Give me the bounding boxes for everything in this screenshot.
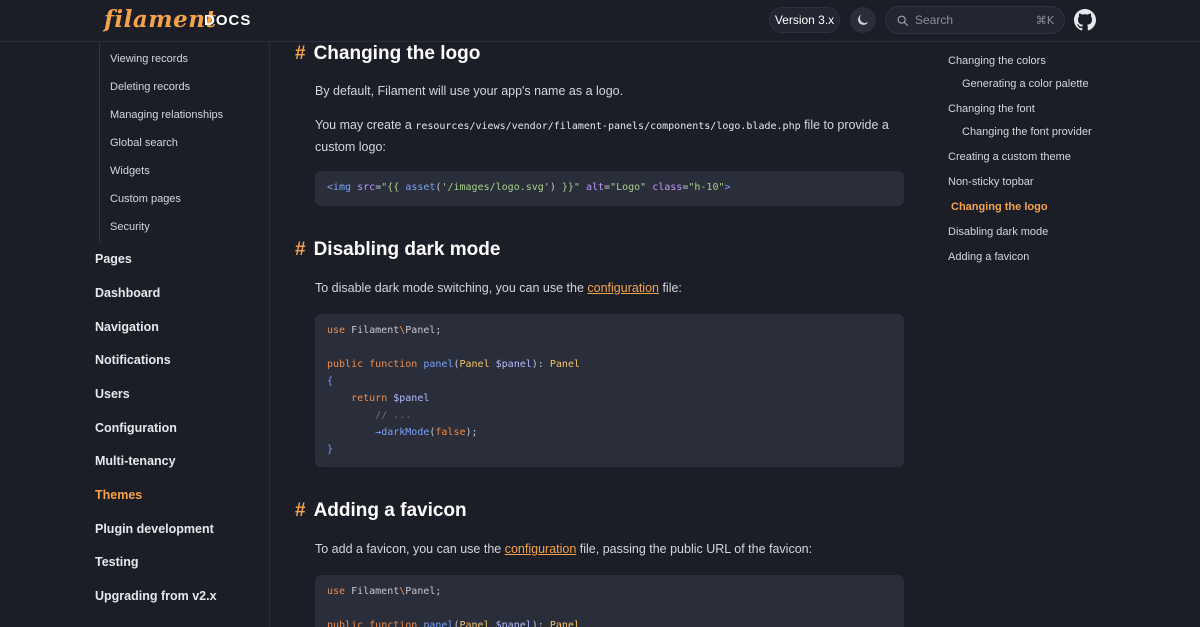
heading-text: Disabling dark mode [313, 239, 501, 260]
sidebar-item-navigation[interactable]: Navigation [95, 320, 159, 334]
paragraph-text: file to provide a [800, 118, 889, 132]
moon-icon [858, 14, 869, 25]
paragraph-text: custom logo: [315, 140, 386, 154]
top-bar: filament DOCS Version 3.x ⌘K [0, 0, 1200, 42]
hash-icon[interactable]: # [295, 239, 306, 261]
paragraph-text: To disable dark mode switching, you can … [315, 281, 588, 295]
code-line: public function panel(Panel $panel): Pan… [327, 620, 580, 627]
heading-adding-a-favicon[interactable]: # Adding a favicon [295, 500, 467, 522]
paragraph-dark-mode: To disable dark mode switching, you can … [315, 278, 895, 298]
code-block-favicon[interactable]: use Filament\Panel; public function pane… [315, 575, 904, 627]
toc-item-custom-theme[interactable]: Creating a custom theme [948, 151, 1071, 163]
search-icon [897, 15, 908, 26]
configuration-link[interactable]: configuration [505, 542, 577, 556]
toc-item-adding-favicon[interactable]: Adding a favicon [948, 251, 1029, 263]
code-line: return $panel [351, 393, 430, 404]
sidebar-item-deleting-records[interactable]: Deleting records [110, 81, 190, 93]
theme-toggle-button[interactable] [850, 7, 876, 33]
code-line: →darkMode(false); [375, 427, 478, 438]
paragraph-favicon: To add a favicon, you can use the config… [315, 539, 895, 559]
sidebar-item-upgrading[interactable]: Upgrading from v2.x [95, 589, 217, 603]
logo-wordmark[interactable]: filament [104, 6, 217, 33]
sidebar-item-configuration[interactable]: Configuration [95, 421, 177, 435]
sidebar-item-managing-relationships[interactable]: Managing relationships [110, 109, 223, 121]
sidebar-item-global-search[interactable]: Global search [110, 137, 178, 149]
sidebar-item-multi-tenancy[interactable]: Multi-tenancy [95, 454, 176, 468]
sidebar-item-custom-pages[interactable]: Custom pages [110, 193, 181, 205]
sidebar-item-themes[interactable]: Themes [95, 488, 142, 502]
heading-text: Adding a favicon [313, 500, 467, 521]
configuration-link[interactable]: configuration [587, 281, 659, 295]
search-input[interactable] [915, 13, 1025, 27]
paragraph-text: file: [658, 281, 682, 295]
heading-disabling-dark-mode[interactable]: # Disabling dark mode [295, 239, 500, 261]
sidebar-item-users[interactable]: Users [95, 387, 130, 401]
hash-icon[interactable]: # [295, 43, 306, 65]
code-line: <img src="{{ asset('/images/logo.svg') }… [327, 182, 731, 193]
toc-item-changing-logo[interactable]: Changing the logo [951, 201, 1048, 213]
sidebar-item-notifications[interactable]: Notifications [95, 353, 171, 367]
sidebar-item-widgets[interactable]: Widgets [110, 165, 150, 177]
toc-item-non-sticky-topbar[interactable]: Non-sticky topbar [948, 176, 1034, 188]
paragraph-text: To add a favicon, you can use the [315, 542, 505, 556]
code-line: public function panel(Panel $panel): Pan… [327, 359, 580, 370]
github-icon [1074, 9, 1096, 31]
sidebar-item-viewing-records[interactable]: Viewing records [110, 53, 188, 65]
github-link[interactable] [1074, 9, 1096, 31]
search-bar[interactable]: ⌘K [885, 6, 1065, 34]
sidebar-item-pages[interactable]: Pages [95, 252, 132, 266]
hash-icon[interactable]: # [295, 500, 306, 522]
code-line: use Filament\Panel; [327, 586, 442, 597]
sidebar-item-dashboard[interactable]: Dashboard [95, 286, 160, 300]
paragraph-text: You may create a [315, 118, 416, 132]
search-shortcut: ⌘K [1035, 13, 1054, 27]
sidebar-item-security[interactable]: Security [110, 221, 150, 233]
code-line: use Filament\Panel; [327, 325, 442, 336]
version-button[interactable]: Version 3.x [769, 7, 840, 33]
heading-text: Changing the logo [313, 43, 481, 64]
sidebar: Viewing records Deleting records Managin… [0, 43, 270, 627]
inline-code-path: resources/views/vendor/filament-panels/c… [415, 121, 801, 132]
sidebar-item-plugin-development[interactable]: Plugin development [95, 522, 214, 536]
sidebar-subtrack [99, 43, 100, 243]
code-line: // ... [375, 410, 412, 421]
toc-item-changing-font[interactable]: Changing the font [948, 103, 1035, 115]
paragraph-custom-logo: You may create a resources/views/vendor/… [315, 115, 895, 157]
toc-item-changing-colors[interactable]: Changing the colors [948, 55, 1046, 67]
code-block-dark-mode[interactable]: use Filament\Panel; public function pane… [315, 314, 904, 467]
paragraph-text: file, passing the public URL of the favi… [576, 542, 813, 556]
code-block-logo[interactable]: <img src="{{ asset('/images/logo.svg') }… [315, 171, 904, 206]
paragraph-default-logo: By default, Filament will use your app's… [315, 84, 624, 98]
toc-item-font-provider[interactable]: Changing the font provider [962, 126, 1092, 138]
code-line: } [327, 444, 334, 455]
sidebar-item-testing[interactable]: Testing [95, 555, 139, 569]
docs-label[interactable]: DOCS [204, 12, 251, 29]
code-line: { [327, 376, 334, 387]
heading-changing-the-logo[interactable]: # Changing the logo [295, 43, 480, 65]
toc-item-color-palette[interactable]: Generating a color palette [962, 78, 1089, 90]
toc-item-disabling-dark-mode[interactable]: Disabling dark mode [948, 226, 1048, 238]
